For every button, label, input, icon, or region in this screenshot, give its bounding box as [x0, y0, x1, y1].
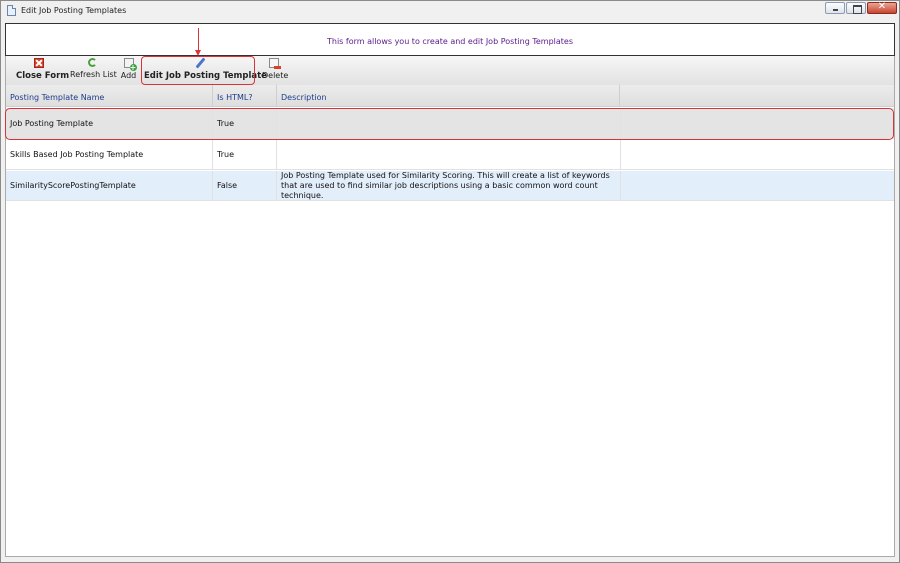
- is-html-cell: False: [213, 171, 277, 200]
- add-icon: [123, 58, 137, 71]
- refresh-list-button[interactable]: Refresh List: [70, 58, 117, 84]
- arrow-down-icon: [195, 50, 201, 56]
- title-bar: Edit Job Posting Templates ✕: [1, 1, 899, 21]
- edit-button-highlight: [141, 56, 255, 85]
- template-name-cell: Skills Based Job Posting Template: [6, 140, 213, 169]
- grid-header: Posting Template Name Is HTML? Descripti…: [6, 85, 894, 107]
- table-row[interactable]: SimilarityScorePostingTemplate False Job…: [6, 171, 894, 201]
- column-header-description[interactable]: Description: [277, 85, 620, 107]
- toolbar: Close Form Refresh List Add Edit Job Pos…: [5, 56, 895, 85]
- annotation-arrow-line: [198, 28, 199, 51]
- templates-grid: Posting Template Name Is HTML? Descripti…: [5, 85, 895, 557]
- close-form-icon: [34, 58, 44, 68]
- table-row[interactable]: Skills Based Job Posting Template True: [6, 140, 894, 170]
- template-name-cell: SimilarityScorePostingTemplate: [6, 171, 213, 200]
- window-title: Edit Job Posting Templates: [21, 6, 127, 15]
- refresh-list-label: Refresh List: [70, 70, 117, 79]
- refresh-icon: [87, 58, 97, 67]
- delete-label: Delete: [262, 71, 289, 80]
- delete-icon: [269, 58, 281, 69]
- maximize-button[interactable]: [846, 2, 866, 14]
- minimize-button[interactable]: [825, 2, 845, 14]
- description-cell: [277, 140, 621, 169]
- document-icon: [7, 5, 16, 16]
- info-banner: This form allows you to create and edit …: [5, 23, 895, 56]
- description-cell: Job Posting Template used for Similarity…: [277, 171, 621, 200]
- delete-button[interactable]: Delete: [262, 58, 289, 84]
- is-html-cell: True: [213, 140, 277, 169]
- window-controls: ✕: [824, 1, 897, 14]
- close-window-button[interactable]: ✕: [867, 1, 897, 14]
- column-header-name[interactable]: Posting Template Name: [6, 85, 213, 107]
- add-label: Add: [120, 71, 137, 80]
- close-form-label: Close Form: [16, 71, 70, 81]
- column-header-is-html[interactable]: Is HTML?: [213, 85, 277, 107]
- close-icon: ✕: [877, 1, 887, 12]
- close-form-button[interactable]: Close Form: [16, 58, 70, 84]
- selected-row-highlight: [5, 108, 894, 140]
- add-button[interactable]: Add: [120, 58, 137, 84]
- banner-text: This form allows you to create and edit …: [326, 37, 574, 46]
